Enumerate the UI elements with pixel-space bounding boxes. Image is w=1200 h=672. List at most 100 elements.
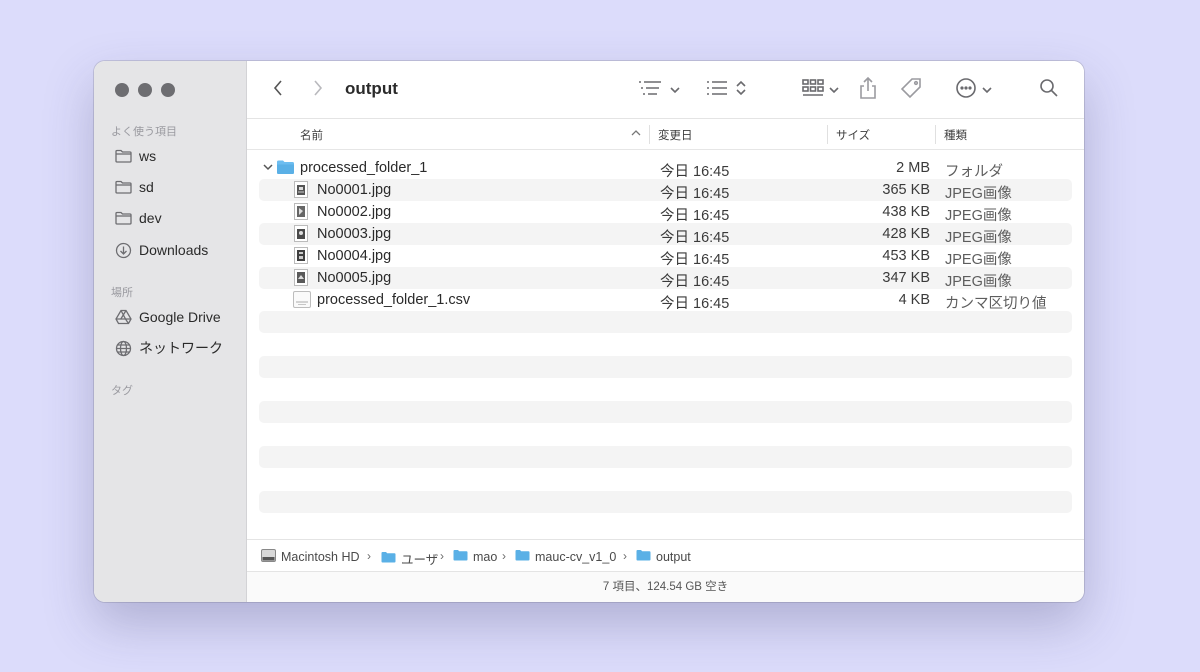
file-kind: JPEG画像	[945, 230, 1012, 246]
close-window-button[interactable]	[115, 83, 129, 97]
locations-section-label: 場所	[111, 287, 133, 299]
file-size: 365 KB	[882, 182, 930, 198]
file-name: No0005.jpg	[317, 270, 392, 286]
path-bar: Macintosh HD › ユーザ › mao › mauc-cv_v1_0 …	[247, 539, 1084, 571]
column-header: 名前 変更日 サイズ 種類	[247, 119, 1084, 150]
file-row[interactable]: No0001.jpg 今日 16:45 365 KB JPEG画像	[259, 179, 1072, 202]
sidebar-item-dev[interactable]: dev	[114, 208, 162, 228]
folder-icon	[636, 549, 651, 564]
sidebar-item-label: Google Drive	[139, 309, 221, 325]
file-name: No0003.jpg	[317, 226, 392, 242]
file-row[interactable]: No0003.jpg 今日 16:45 428 KB JPEG画像	[259, 223, 1072, 246]
sort-ascending-icon	[631, 128, 641, 140]
path-item-users[interactable]: ユーザ	[381, 549, 438, 568]
column-divider[interactable]	[827, 125, 828, 144]
file-size: 438 KB	[882, 204, 930, 220]
column-size[interactable]: サイズ	[836, 127, 870, 143]
column-divider[interactable]	[649, 125, 650, 144]
empty-row	[259, 311, 1072, 333]
csv-file-icon	[293, 291, 311, 312]
file-date: 今日 16:45	[660, 230, 730, 246]
status-bar: 7 項目、124.54 GB 空き	[247, 571, 1084, 602]
path-separator-icon: ›	[440, 549, 444, 563]
image-thumbnail-icon	[294, 247, 308, 268]
path-item-label: mauc-cv_v1_0	[535, 549, 617, 564]
toolbar: output	[247, 61, 1084, 119]
folder-icon	[276, 159, 295, 179]
sidebar-item-label: ネットワーク	[139, 340, 223, 356]
path-separator-icon: ›	[502, 549, 506, 563]
image-thumbnail-icon	[294, 225, 308, 246]
list-icon	[706, 80, 728, 101]
file-date: 今日 16:45	[660, 252, 730, 268]
chevron-down-icon	[981, 81, 992, 99]
folder-icon	[453, 549, 468, 564]
file-kind: JPEG画像	[945, 274, 1012, 290]
sidebar-item-downloads[interactable]: Downloads	[114, 240, 208, 260]
path-item-mauc-cv[interactable]: mauc-cv_v1_0	[515, 549, 616, 564]
group-button[interactable]	[799, 77, 841, 103]
minimize-window-button[interactable]	[138, 83, 152, 97]
folder-icon	[381, 551, 396, 566]
file-row[interactable]: processed_folder_1.csv 今日 16:45 4 KB カンマ…	[259, 289, 1072, 312]
search-icon	[1039, 78, 1059, 103]
file-name: processed_folder_1	[300, 160, 428, 176]
file-kind: カンマ区切り値	[945, 296, 1047, 312]
path-separator-icon: ›	[623, 549, 627, 563]
path-item-label: Macintosh HD	[281, 550, 360, 564]
drive-icon	[114, 308, 132, 326]
sidebar-item-network[interactable]: ネットワーク	[114, 338, 223, 358]
file-name: No0004.jpg	[317, 248, 392, 264]
file-list: processed_folder_1 今日 16:45 2 MB フォルダ No…	[247, 150, 1084, 539]
grid-icon	[801, 78, 824, 102]
view-as-list-button[interactable]	[705, 77, 747, 103]
search-button[interactable]	[1037, 77, 1061, 103]
file-row[interactable]: No0005.jpg 今日 16:45 347 KB JPEG画像	[259, 267, 1072, 290]
file-date: 今日 16:45	[660, 296, 730, 312]
column-modified[interactable]: 変更日	[658, 127, 693, 143]
image-thumbnail-icon	[294, 269, 308, 290]
file-row[interactable]: No0004.jpg 今日 16:45 453 KB JPEG画像	[259, 245, 1072, 268]
file-date: 今日 16:45	[660, 164, 730, 180]
file-size: 2 MB	[896, 160, 930, 176]
empty-row	[259, 491, 1072, 513]
more-actions-button[interactable]	[951, 77, 995, 103]
share-button[interactable]	[855, 76, 881, 103]
path-item-mao[interactable]: mao	[453, 549, 497, 564]
sidebar-item-label: dev	[139, 210, 162, 226]
file-row[interactable]: No0002.jpg 今日 16:45 438 KB JPEG画像	[259, 201, 1072, 224]
zoom-window-button[interactable]	[161, 83, 175, 97]
image-thumbnail-icon	[294, 181, 308, 202]
sidebar-item-google-drive[interactable]: Google Drive	[114, 307, 221, 327]
chevron-right-icon	[312, 79, 324, 102]
path-item-label: output	[656, 549, 691, 564]
forward-button[interactable]	[309, 77, 327, 103]
download-icon	[114, 241, 132, 259]
tag-button[interactable]	[898, 77, 924, 103]
sort-lines-icon	[638, 80, 664, 101]
path-item-output[interactable]: output	[636, 549, 691, 564]
column-kind[interactable]: 種類	[944, 127, 967, 143]
tag-icon	[900, 77, 922, 104]
path-item-macintosh-hd[interactable]: Macintosh HD	[261, 549, 360, 565]
chevron-down-icon	[670, 81, 680, 99]
folder-icon	[114, 178, 132, 196]
sort-by-button[interactable]	[635, 77, 683, 103]
sidebar-item-ws[interactable]: ws	[114, 146, 156, 166]
file-kind: フォルダ	[945, 164, 1003, 180]
image-thumbnail-icon	[294, 203, 308, 224]
chevron-down-icon	[828, 81, 839, 99]
sidebar-item-label: sd	[139, 179, 154, 195]
file-kind: JPEG画像	[945, 208, 1012, 224]
chevron-left-icon	[272, 79, 284, 102]
back-button[interactable]	[269, 77, 287, 103]
column-name[interactable]: 名前	[300, 127, 323, 143]
sidebar-item-sd[interactable]: sd	[114, 177, 154, 197]
window-controls	[115, 83, 175, 97]
finder-window: よく使う項目 ws sd dev Downloads 場所 Google Dri…	[94, 61, 1084, 602]
ellipsis-circle-icon	[955, 77, 977, 104]
column-divider[interactable]	[935, 125, 936, 144]
folder-icon	[515, 549, 530, 564]
disclosure-chevron-down-icon[interactable]	[262, 160, 274, 178]
folder-row[interactable]: processed_folder_1 今日 16:45 2 MB フォルダ	[259, 157, 1072, 180]
